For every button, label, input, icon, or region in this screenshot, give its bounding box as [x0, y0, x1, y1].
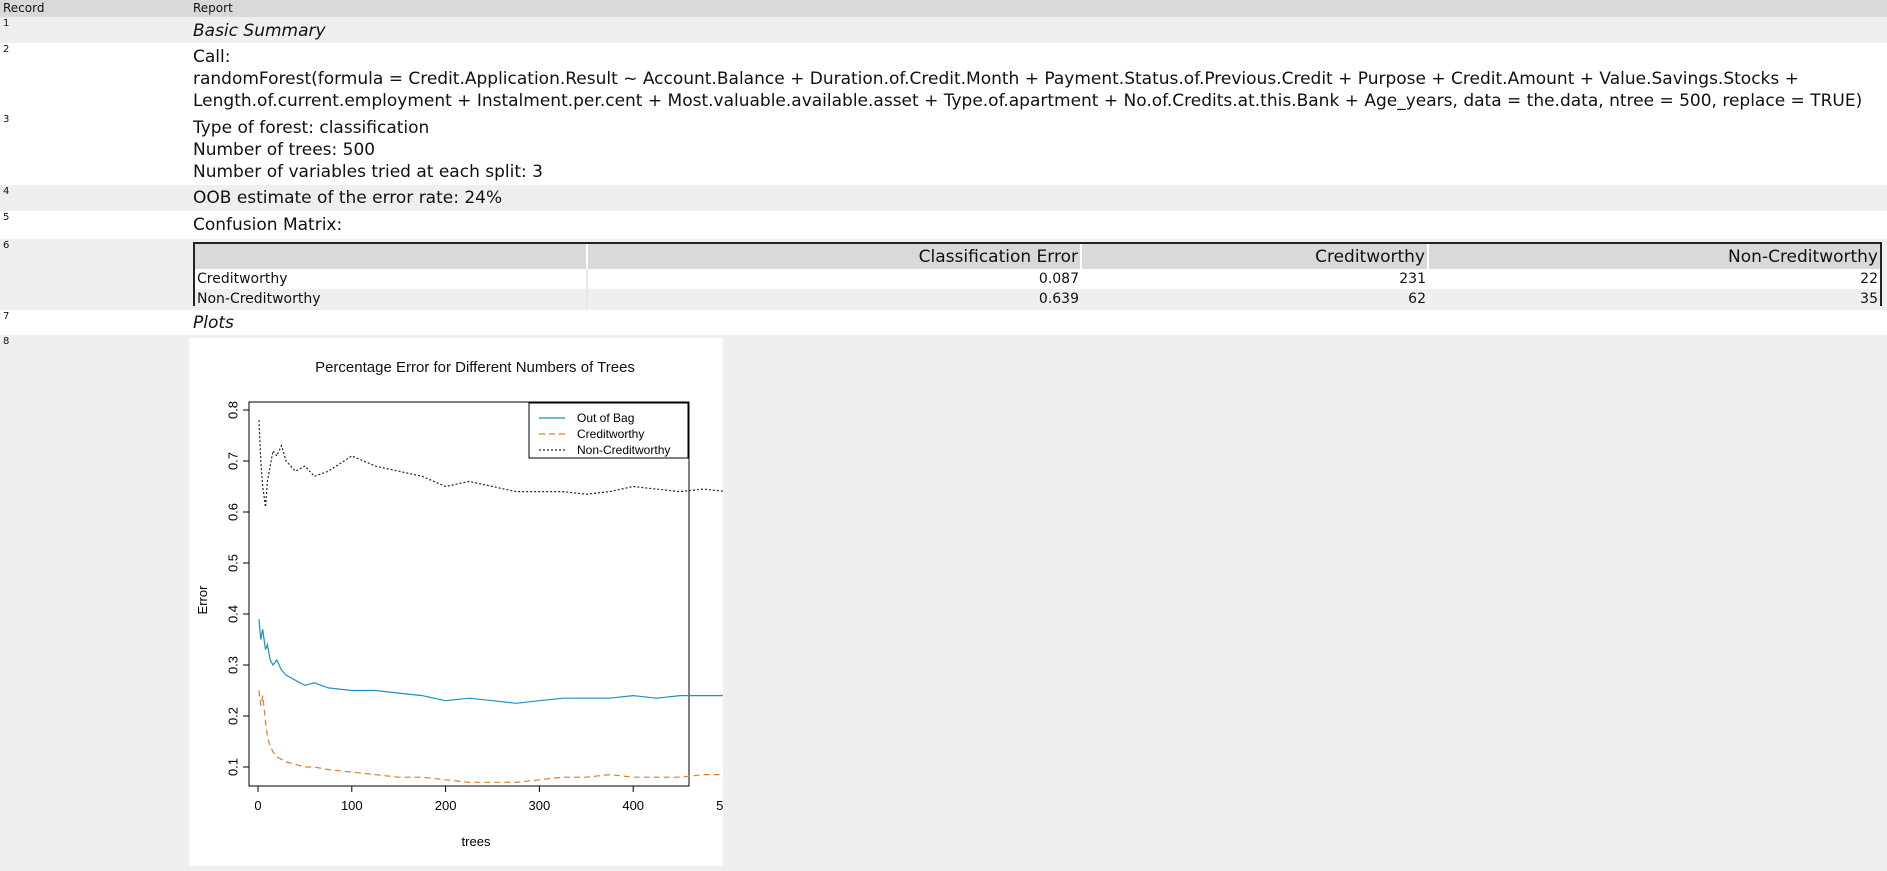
record-number: 3	[3, 114, 10, 125]
y-tick-label: 0.7	[226, 452, 241, 470]
record-number: 2	[3, 44, 10, 55]
table-row: Non-Creditworthy 0.639 62 35	[195, 289, 1880, 309]
record-number: 5	[3, 212, 10, 223]
y-tick-label: 0.1	[226, 758, 241, 776]
number-of-trees: Number of trees: 500	[193, 140, 376, 160]
cm-row-label: Creditworthy	[195, 269, 588, 289]
error-plot-panel: Percentage Error for Different Numbers o…	[189, 338, 738, 866]
cm-non-creditworthy-value: 22	[1428, 269, 1880, 289]
x-tick-label: 200	[435, 798, 457, 813]
x-axis-label: trees	[462, 834, 491, 849]
confusion-matrix-label: Confusion Matrix:	[193, 215, 343, 235]
legend-label: Non-Creditworthy	[577, 443, 670, 457]
record-column-header: Record	[3, 1, 45, 15]
table-row: 5 Confusion Matrix:	[0, 211, 1887, 239]
call-formula-line-1: randomForest(formula = Credit.Applicatio…	[193, 69, 1799, 89]
record-number: 1	[3, 18, 10, 29]
record-number: 7	[3, 311, 10, 322]
legend-label: Out of Bag	[577, 411, 634, 425]
series-line-out-of-bag	[258, 619, 727, 704]
report-column-header: Report	[193, 1, 233, 15]
chart-title: Percentage Error for Different Numbers o…	[315, 359, 635, 376]
table-row: 4 OOB estimate of the error rate: 24%	[0, 185, 1887, 211]
cm-error-value: 0.639	[587, 289, 1081, 309]
cm-header-classification-error: Classification Error	[586, 244, 1081, 269]
record-number: 6	[3, 240, 10, 251]
table-row: 2 Call: randomForest(formula = Credit.Ap…	[0, 43, 1887, 113]
cm-creditworthy-value: 231	[1081, 269, 1428, 289]
section-title-plots: Plots	[193, 313, 234, 333]
cm-header-creditworthy: Creditworthy	[1080, 244, 1428, 269]
plot-frame	[248, 401, 690, 787]
call-text: Call: randomForest(formula = Credit.Appl…	[193, 46, 1881, 112]
error-rate-chart: Percentage Error for Different Numbers o…	[195, 359, 738, 849]
table-row: 7 Plots	[0, 310, 1887, 335]
x-tick-label: 400	[622, 798, 644, 813]
cm-error-value: 0.087	[587, 269, 1081, 289]
cm-header-non-creditworthy: Non-Creditworthy	[1427, 244, 1880, 269]
x-tick-label: 100	[341, 798, 363, 813]
cm-creditworthy-value: 62	[1081, 289, 1428, 309]
call-label: Call:	[193, 47, 231, 67]
legend-label: Creditworthy	[577, 427, 644, 441]
table-row: Creditworthy 0.087 231 22	[195, 269, 1880, 289]
y-tick-label: 0.2	[226, 707, 241, 725]
x-tick-label: 300	[529, 798, 551, 813]
y-tick-label: 0.6	[226, 503, 241, 521]
cm-non-creditworthy-value: 35	[1428, 289, 1880, 309]
forest-type: Type of forest: classification	[193, 118, 430, 138]
confusion-matrix-table: Classification Error Creditworthy Non-Cr…	[193, 242, 1882, 309]
cm-header-blank	[195, 244, 587, 269]
table-header: Record Report	[0, 0, 1887, 17]
forest-summary: Type of forest: classification Number of…	[193, 117, 1881, 183]
y-tick-label: 0.4	[226, 605, 241, 623]
x-tick-label: 0	[254, 798, 261, 813]
y-tick-label: 0.3	[226, 656, 241, 674]
series-line-creditworthy	[258, 690, 727, 783]
y-axis-label: Error	[195, 585, 210, 615]
y-tick-label: 0.5	[226, 554, 241, 572]
cm-row-label: Non-Creditworthy	[195, 289, 588, 309]
record-number: 8	[3, 336, 10, 347]
table-row: 1 Basic Summary	[0, 17, 1887, 43]
y-tick-label: 0.8	[226, 401, 241, 419]
table-row: 3 Type of forest: classification Number …	[0, 113, 1887, 185]
variables-per-split: Number of variables tried at each split:…	[193, 162, 543, 182]
oob-error-rate: OOB estimate of the error rate: 24%	[193, 188, 503, 208]
section-title-basic-summary: Basic Summary	[193, 21, 326, 41]
record-number: 4	[3, 186, 10, 197]
x-tick-label: 500	[716, 798, 723, 813]
call-formula-line-2: Length.of.current.employment + Instalmen…	[193, 91, 1863, 111]
